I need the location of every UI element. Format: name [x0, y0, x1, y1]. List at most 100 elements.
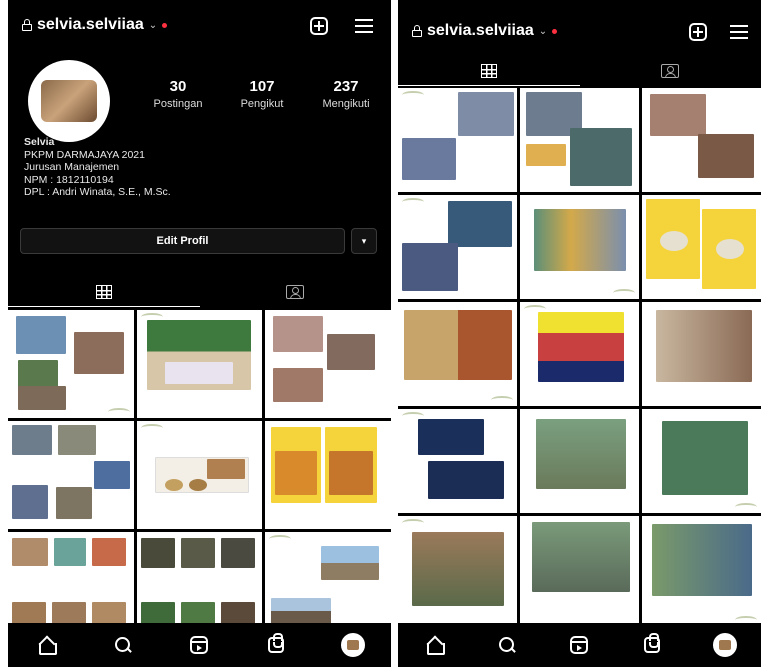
- search-icon: [498, 637, 515, 653]
- post-thumbnail[interactable]: [136, 421, 263, 529]
- tab-grid[interactable]: [398, 56, 580, 86]
- grid-icon: [95, 285, 112, 299]
- post-grid: [8, 310, 391, 632]
- top-bar: selvia.selviiaa ⌄: [8, 0, 391, 52]
- bio-line: PKPM DARMAJAYA 2021: [24, 148, 145, 161]
- top-bar: selvia.selviiaa ⌄: [398, 0, 761, 52]
- chevron-down-icon: ⌄: [538, 25, 548, 37]
- reels-icon: [570, 636, 589, 654]
- profile-actions: Edit Profil ▾: [20, 228, 377, 254]
- following-label: Mengikuti: [322, 98, 370, 110]
- post-thumbnail[interactable]: [136, 532, 263, 632]
- post-thumbnail[interactable]: [520, 516, 639, 626]
- bottom-nav: [8, 623, 391, 667]
- edit-profile-button[interactable]: Edit Profil: [20, 228, 345, 254]
- chevron-down-icon: ▾: [361, 235, 367, 246]
- nav-shop[interactable]: [263, 632, 289, 658]
- content-tabs: [8, 277, 391, 307]
- avatar-photo: [41, 80, 97, 122]
- post-thumbnail[interactable]: [8, 532, 134, 632]
- post-thumbnail[interactable]: [642, 88, 761, 192]
- post-thumbnail[interactable]: [265, 532, 391, 632]
- suggestions-button[interactable]: ▾: [351, 228, 377, 254]
- plus-square-icon: [689, 23, 707, 41]
- username: selvia.selviiaa: [37, 16, 144, 33]
- bio-name: Selvia: [24, 136, 55, 148]
- hamburger-menu-icon: [730, 25, 748, 39]
- post-thumbnail[interactable]: [398, 195, 517, 299]
- post-grid: [398, 88, 761, 626]
- new-post-button[interactable]: [308, 15, 330, 37]
- post-thumbnail[interactable]: [520, 409, 639, 513]
- post-thumbnail[interactable]: [136, 310, 263, 418]
- profile-screen-left: selvia.selviiaa ⌄ 30 Postingan 107 Pengi…: [8, 0, 391, 667]
- followers-count: 107: [249, 78, 275, 95]
- followers-label: Pengikut: [240, 98, 284, 110]
- nav-shop[interactable]: [639, 632, 665, 658]
- profile-screen-right: selvia.selviiaa ⌄: [398, 0, 761, 667]
- post-thumbnail[interactable]: [520, 302, 639, 406]
- profile-avatar-icon: [340, 633, 365, 657]
- post-thumbnail[interactable]: [265, 310, 391, 418]
- lock-icon: [22, 19, 32, 31]
- account-switcher[interactable]: selvia.selviiaa ⌄: [22, 16, 168, 34]
- nav-home[interactable]: [421, 632, 447, 658]
- hamburger-menu-icon: [355, 19, 373, 33]
- post-thumbnail[interactable]: [520, 195, 639, 299]
- post-thumbnail[interactable]: [398, 516, 517, 626]
- stat-posts[interactable]: 30 Postingan: [136, 78, 220, 110]
- post-thumbnail[interactable]: [398, 302, 517, 406]
- notification-dot: [162, 22, 168, 28]
- stat-followers[interactable]: 107 Pengikut: [220, 78, 304, 110]
- notification-dot: [552, 28, 558, 34]
- post-thumbnail[interactable]: [398, 88, 517, 192]
- posts-count: 30: [169, 78, 187, 95]
- reels-icon: [190, 636, 209, 654]
- lock-icon: [412, 25, 422, 37]
- tab-tagged[interactable]: [200, 277, 392, 307]
- post-thumbnail[interactable]: [520, 88, 639, 192]
- grid-icon: [480, 64, 497, 78]
- tab-grid[interactable]: [8, 277, 200, 307]
- posts-label: Postingan: [153, 98, 203, 110]
- nav-reels[interactable]: [566, 632, 592, 658]
- nav-search[interactable]: [494, 632, 520, 658]
- profile-stats: 30 Postingan 107 Pengikut 237 Mengikuti: [136, 78, 388, 110]
- content-tabs: [398, 56, 761, 86]
- post-thumbnail[interactable]: [642, 302, 761, 406]
- avatar[interactable]: [28, 60, 110, 142]
- chevron-down-icon: ⌄: [148, 19, 158, 31]
- bottom-nav: [398, 623, 761, 667]
- post-thumbnail[interactable]: [398, 409, 517, 513]
- profile-bio: Selvia PKPM DARMAJAYA 2021 Jurusan Manaj…: [24, 136, 171, 199]
- username: selvia.selviiaa: [427, 22, 534, 39]
- post-thumbnail[interactable]: [265, 421, 391, 529]
- nav-home[interactable]: [33, 632, 59, 658]
- stat-following[interactable]: 237 Mengikuti: [304, 78, 388, 110]
- tagged-person-icon: [661, 64, 680, 78]
- new-post-button[interactable]: [687, 21, 709, 43]
- post-thumbnail[interactable]: [642, 409, 761, 513]
- tab-tagged[interactable]: [580, 56, 761, 86]
- account-switcher[interactable]: selvia.selviiaa ⌄: [412, 22, 558, 40]
- nav-profile[interactable]: [340, 632, 366, 658]
- bio-line: NPM : 1812110194: [24, 173, 114, 186]
- shop-icon: [268, 633, 285, 653]
- plus-square-icon: [310, 17, 328, 35]
- post-thumbnail[interactable]: [8, 310, 134, 418]
- nav-reels[interactable]: [186, 632, 212, 658]
- tagged-person-icon: [286, 285, 305, 299]
- shop-icon: [644, 633, 661, 653]
- post-thumbnail[interactable]: [8, 421, 134, 529]
- menu-button[interactable]: [728, 21, 750, 43]
- search-icon: [114, 637, 131, 653]
- home-icon: [426, 638, 446, 655]
- post-thumbnail[interactable]: [642, 516, 761, 626]
- bio-line: DPL : Andri Winata, S.E., M.Sc.: [24, 186, 171, 198]
- nav-search[interactable]: [110, 632, 136, 658]
- post-thumbnail[interactable]: [642, 195, 761, 299]
- menu-button[interactable]: [353, 15, 375, 37]
- nav-profile[interactable]: [712, 632, 738, 658]
- home-icon: [38, 638, 58, 655]
- following-count: 237: [333, 78, 359, 95]
